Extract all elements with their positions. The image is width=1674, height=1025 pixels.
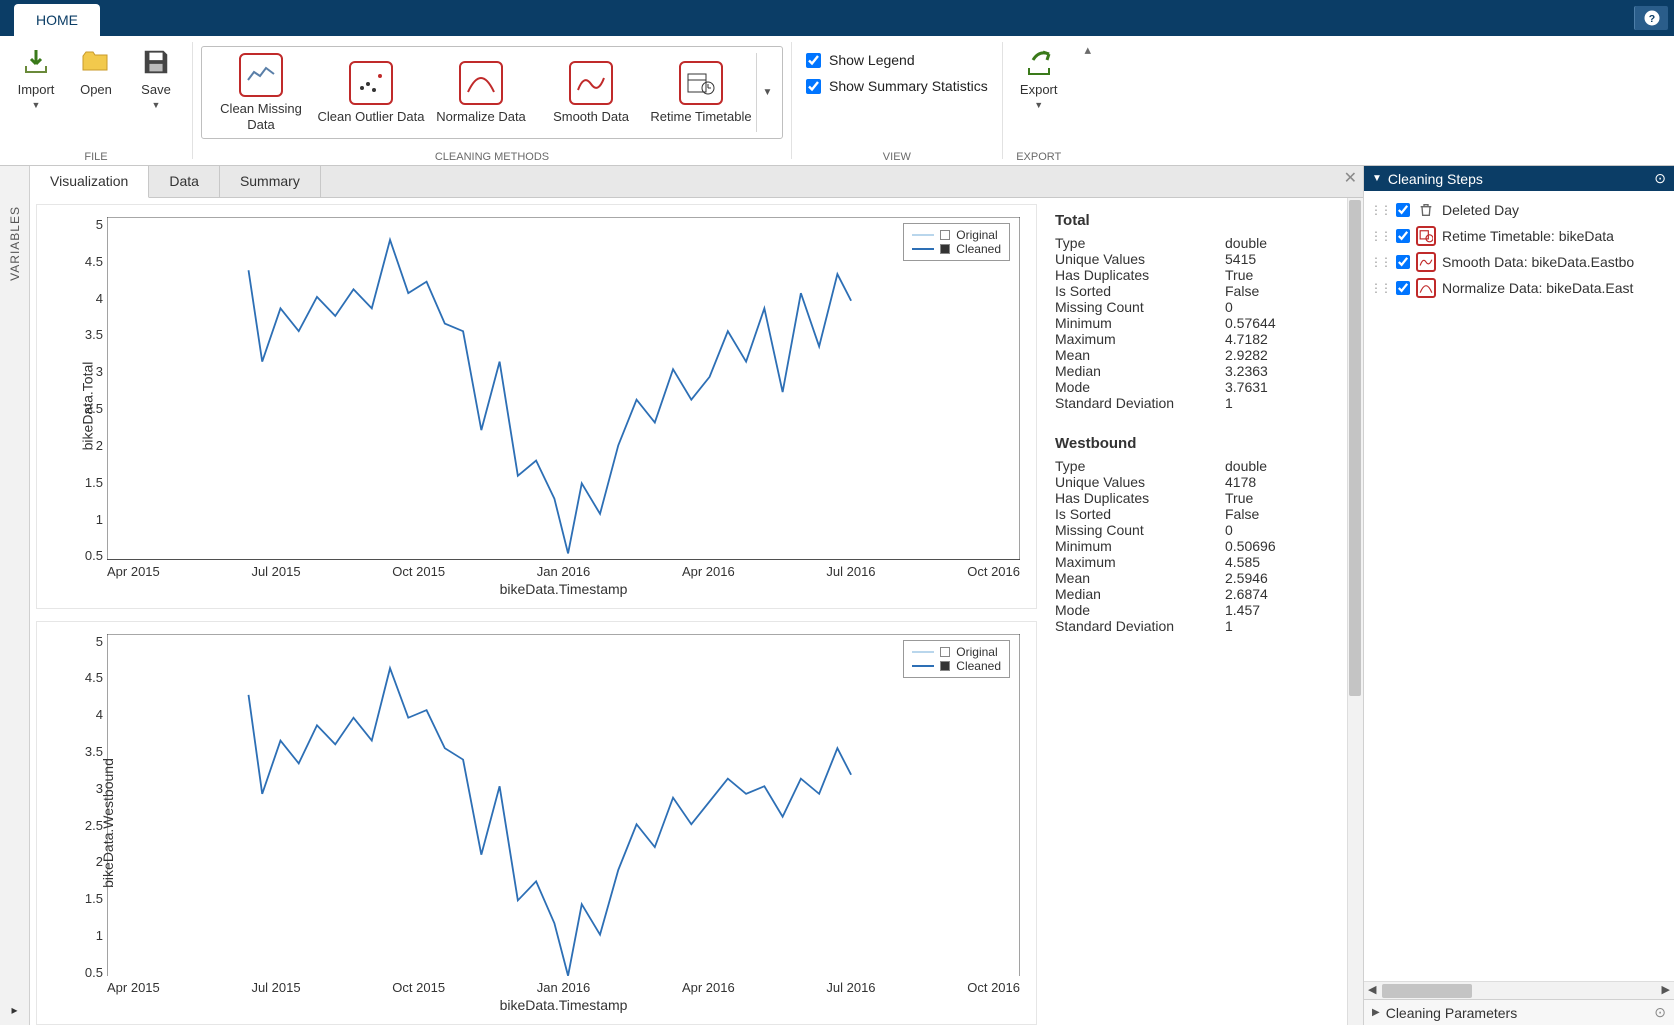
tab-data[interactable]: Data [149,166,220,197]
group-cleaning-methods: Clean Missing Data Clean Outlier Data No… [193,36,791,165]
step-checkbox[interactable] [1396,203,1410,217]
step-checkbox[interactable] [1396,229,1410,243]
save-icon [141,47,171,77]
drag-handle-icon[interactable]: ⋮⋮ [1370,203,1390,217]
cleaning-steps-header[interactable]: ▼ Cleaning Steps ⊙ [1364,166,1674,191]
center-tabs: Visualization Data Summary [30,166,1363,198]
retime-button[interactable]: Retime Timetable [646,61,756,125]
plot-legend[interactable]: Original Cleaned [903,223,1010,261]
gear-icon[interactable]: ⊙ [1654,1004,1666,1021]
xticks: Apr 2015Jul 2015Oct 2015Jan 2016Apr 2016… [107,980,1020,995]
drag-handle-icon[interactable]: ⋮⋮ [1370,281,1390,295]
chart-westbound[interactable] [107,634,1020,977]
open-button[interactable]: Open [68,42,124,100]
group-label-file: FILE [84,151,107,163]
xlabel: bikeData.Timestamp [107,997,1020,1013]
group-label-export: EXPORT [1016,151,1061,163]
tab-summary[interactable]: Summary [220,166,321,197]
group-export: Export▼ EXPORT [1003,36,1075,165]
expand-sidebar-icon[interactable]: ▸ [11,1003,17,1017]
step-label: Smooth Data: bikeData.Eastbo [1442,254,1634,270]
trash-icon [1416,200,1436,220]
cleaning-step[interactable]: ⋮⋮ Deleted Day [1368,197,1670,223]
methods-dropdown[interactable]: ▼ [756,53,778,132]
plot-westbound: bikeData.Westbound 0.511.522.533.544.55 … [36,621,1037,1025]
variables-label: VARIABLES [8,206,22,281]
normalize-icon [1416,278,1436,298]
tab-visualization[interactable]: Visualization [30,166,149,198]
clean-missing-icon [246,62,276,88]
minimize-toolstrip[interactable]: ▴ [1075,36,1101,165]
normalize-icon [466,70,496,96]
cleaning-step[interactable]: ⋮⋮ Smooth Data: bikeData.Eastbo [1368,249,1670,275]
drag-handle-icon[interactable]: ⋮⋮ [1370,255,1390,269]
normalize-button[interactable]: Normalize Data [426,61,536,125]
drag-handle-icon[interactable]: ⋮⋮ [1370,229,1390,243]
cleaning-parameters-header[interactable]: ▶ Cleaning Parameters ⊙ [1364,999,1674,1025]
close-panel-icon[interactable]: ✕ [1344,168,1357,188]
help-button[interactable]: ? [1634,6,1668,30]
group-view: Show Legend Show Summary Statistics VIEW [792,36,1002,165]
export-button[interactable]: Export▼ [1011,42,1067,112]
cleaning-step[interactable]: ⋮⋮ Retime Timetable: bikeData [1368,223,1670,249]
retime-icon [1416,226,1436,246]
xlabel: bikeData.Timestamp [107,581,1020,597]
yticks: 0.511.522.533.544.55 [75,217,103,564]
group-label-view: VIEW [883,151,911,163]
tab-home[interactable]: HOME [14,4,100,36]
show-summary-checkbox[interactable]: Show Summary Statistics [806,78,988,94]
import-icon [20,46,52,78]
chart-total[interactable] [107,217,1020,560]
cleaning-steps-list: ⋮⋮ Deleted Day ⋮⋮ Retime Timetable: bikeDat… [1364,191,1674,981]
step-checkbox[interactable] [1396,281,1410,295]
folder-open-icon [80,46,112,78]
stats-panel: Total TypedoubleUnique Values5415Has Dup… [1043,198,1363,1025]
plots-area: bikeData.Total 0.511.522.533.544.55 Orig… [30,198,1043,1025]
plot-total: bikeData.Total 0.511.522.533.544.55 Orig… [36,204,1037,609]
variables-sidebar[interactable]: VARIABLES ▸ [0,166,30,1025]
help-icon: ? [1643,9,1661,27]
plot-legend[interactable]: Original Cleaned [903,640,1010,678]
collapse-arrow-icon: ▼ [1372,173,1382,184]
smooth-icon [1416,252,1436,272]
group-label-methods: CLEANING METHODS [435,151,549,163]
stats-westbound: Westbound TypedoubleUnique Values4178Has… [1055,435,1351,634]
group-file: Import▼ Open Save▼ FILE [0,36,192,165]
steps-hscrollbar[interactable]: ◀ ▶ [1364,981,1674,999]
step-label: Normalize Data: bikeData.East [1442,280,1633,296]
step-checkbox[interactable] [1396,255,1410,269]
gear-icon[interactable]: ⊙ [1654,170,1666,187]
xticks: Apr 2015Jul 2015Oct 2015Jan 2016Apr 2016… [107,564,1020,579]
export-icon [1023,46,1055,78]
toolstrip: Import▼ Open Save▼ FILE Clean Missing Da… [0,36,1674,166]
clean-missing-button[interactable]: Clean Missing Data [206,53,316,132]
smooth-icon [576,70,606,96]
show-legend-checkbox[interactable]: Show Legend [806,52,988,68]
retime-icon [686,70,716,96]
step-label: Retime Timetable: bikeData [1442,228,1614,244]
titlebar: HOME ? [0,0,1674,36]
center-panel: ✕ Visualization Data Summary bikeData.To… [30,166,1364,1025]
stats-total: Total TypedoubleUnique Values5415Has Dup… [1055,212,1351,411]
smooth-button[interactable]: Smooth Data [536,61,646,125]
yticks: 0.511.522.533.544.55 [75,634,103,981]
right-panel: ▼ Cleaning Steps ⊙ ⋮⋮ Deleted Day ⋮⋮ Retime… [1364,166,1674,1025]
expand-arrow-icon: ▶ [1372,1007,1380,1018]
import-button[interactable]: Import▼ [8,42,64,112]
step-label: Deleted Day [1442,202,1519,218]
svg-text:?: ? [1648,13,1654,25]
clean-outlier-icon [356,70,386,96]
clean-outlier-button[interactable]: Clean Outlier Data [316,61,426,125]
stats-scrollbar[interactable] [1347,198,1363,1025]
save-button[interactable]: Save▼ [128,42,184,112]
cleaning-step[interactable]: ⋮⋮ Normalize Data: bikeData.East [1368,275,1670,301]
